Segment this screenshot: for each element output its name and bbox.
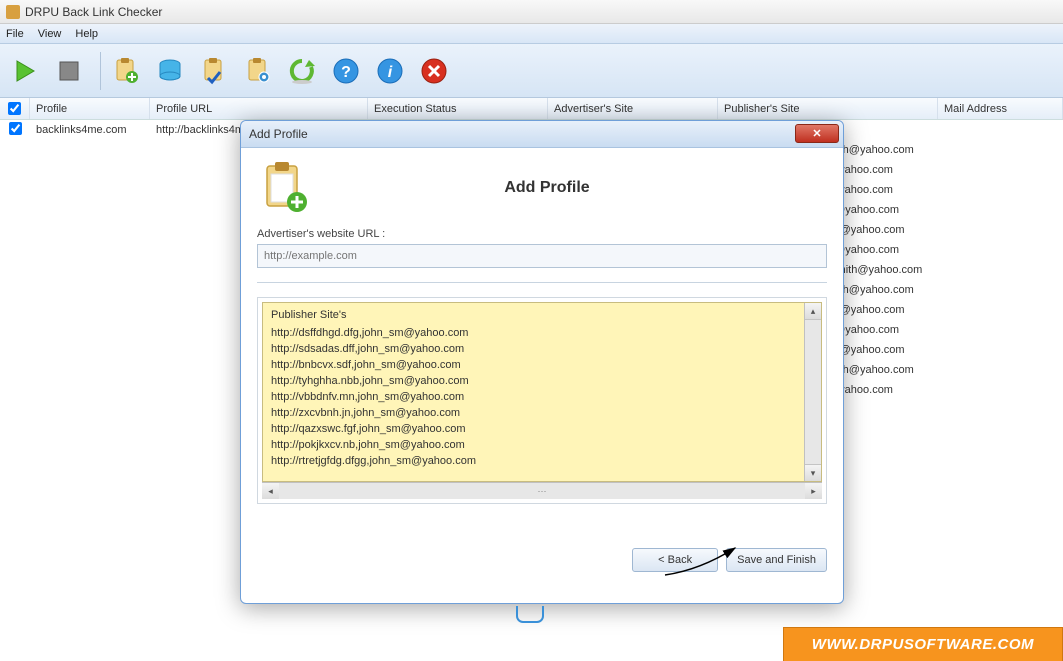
list-header: Publisher Site's	[271, 309, 813, 321]
row-profile: backlinks4me.com	[30, 122, 150, 138]
clipboard-add-icon[interactable]	[107, 52, 145, 90]
info-icon[interactable]: i	[371, 52, 409, 90]
dialog-heading: Add Profile	[327, 179, 827, 197]
app-icon	[6, 5, 20, 19]
vertical-scrollbar[interactable]: ▴ ▾	[804, 303, 821, 481]
window-title: DRPU Back Link Checker	[25, 5, 162, 19]
horizontal-scrollbar[interactable]: ◂ ⋯ ▸	[262, 482, 822, 499]
cancel-icon[interactable]	[415, 52, 453, 90]
toolbar-separator	[100, 52, 101, 90]
add-profile-dialog: Add Profile ✕ Add Profile Advertiser's w…	[240, 120, 844, 604]
help-icon[interactable]: ?	[327, 52, 365, 90]
list-item[interactable]: http://sdsadas.dff,john_sm@yahoo.com	[271, 341, 813, 357]
close-icon[interactable]: ✕	[795, 124, 839, 143]
scroll-right-icon[interactable]: ▸	[805, 483, 822, 499]
publisher-list[interactable]: Publisher Site's http://dsffdhgd.dfg,joh…	[262, 302, 822, 482]
url-label: Advertiser's website URL :	[257, 228, 827, 240]
grid-header-profile-url[interactable]: Profile URL	[150, 98, 368, 119]
list-item[interactable]: http://pokjkxcv.nb,john_sm@yahoo.com	[271, 437, 813, 453]
annotation-arrow	[660, 540, 750, 580]
list-item[interactable]: http://bnbcvx.sdf,john_sm@yahoo.com	[271, 357, 813, 373]
refresh-icon[interactable]	[283, 52, 321, 90]
divider	[257, 282, 827, 283]
menu-file[interactable]: File	[6, 28, 24, 40]
stop-icon[interactable]	[50, 52, 88, 90]
list-item[interactable]: http://rtretjgfdg.dfgg,john_sm@yahoo.com	[271, 453, 813, 469]
clipboard-gear-icon[interactable]	[239, 52, 277, 90]
footer: WWW.DRPUSOFTWARE.COM	[0, 627, 1063, 661]
grid-header: Profile Profile URL Execution Status Adv…	[0, 98, 1063, 120]
toolbar: ? i	[0, 44, 1063, 98]
footer-link[interactable]: WWW.DRPUSOFTWARE.COM	[783, 627, 1063, 661]
header-checkbox[interactable]	[8, 102, 21, 115]
row-checkbox[interactable]	[9, 122, 22, 135]
list-item[interactable]: http://tyhghha.nbb,john_sm@yahoo.com	[271, 373, 813, 389]
scroll-up-icon[interactable]: ▴	[805, 303, 821, 320]
scroll-grip[interactable]: ⋯	[279, 483, 805, 499]
play-icon[interactable]	[6, 52, 44, 90]
connector-icon	[515, 604, 545, 628]
clipboard-check-icon[interactable]	[195, 52, 233, 90]
list-item[interactable]: http://dsffdhgd.dfg,john_sm@yahoo.com	[271, 325, 813, 341]
grid-header-exec-status[interactable]: Execution Status	[368, 98, 548, 119]
svg-text:i: i	[388, 64, 393, 81]
list-item[interactable]: http://zxcvbnh.jn,john_sm@yahoo.com	[271, 405, 813, 421]
menubar: File View Help	[0, 24, 1063, 44]
grid-header-profile[interactable]: Profile	[30, 98, 150, 119]
menu-view[interactable]: View	[38, 28, 62, 40]
dialog-title: Add Profile	[249, 127, 308, 141]
scroll-down-icon[interactable]: ▾	[805, 464, 821, 481]
grid-header-mail[interactable]: Mail Address	[938, 98, 1063, 119]
dialog-titlebar[interactable]: Add Profile ✕	[241, 121, 843, 148]
clipboard-add-icon	[257, 160, 313, 216]
scroll-left-icon[interactable]: ◂	[262, 483, 279, 499]
list-item[interactable]: http://vbbdnfv.mn,john_sm@yahoo.com	[271, 389, 813, 405]
menu-help[interactable]: Help	[75, 28, 98, 40]
grid-header-pub-site[interactable]: Publisher's Site	[718, 98, 938, 119]
publisher-list-wrap: Publisher Site's http://dsffdhgd.dfg,joh…	[257, 297, 827, 504]
advertiser-url-input[interactable]	[257, 244, 827, 268]
database-icon[interactable]	[151, 52, 189, 90]
grid-header-checkbox[interactable]	[0, 98, 30, 119]
window-titlebar: DRPU Back Link Checker	[0, 0, 1063, 24]
list-item[interactable]: http://qazxswc.fgf,john_sm@yahoo.com	[271, 421, 813, 437]
grid-header-adv-site[interactable]: Advertiser's Site	[548, 98, 718, 119]
svg-text:?: ?	[341, 64, 351, 81]
